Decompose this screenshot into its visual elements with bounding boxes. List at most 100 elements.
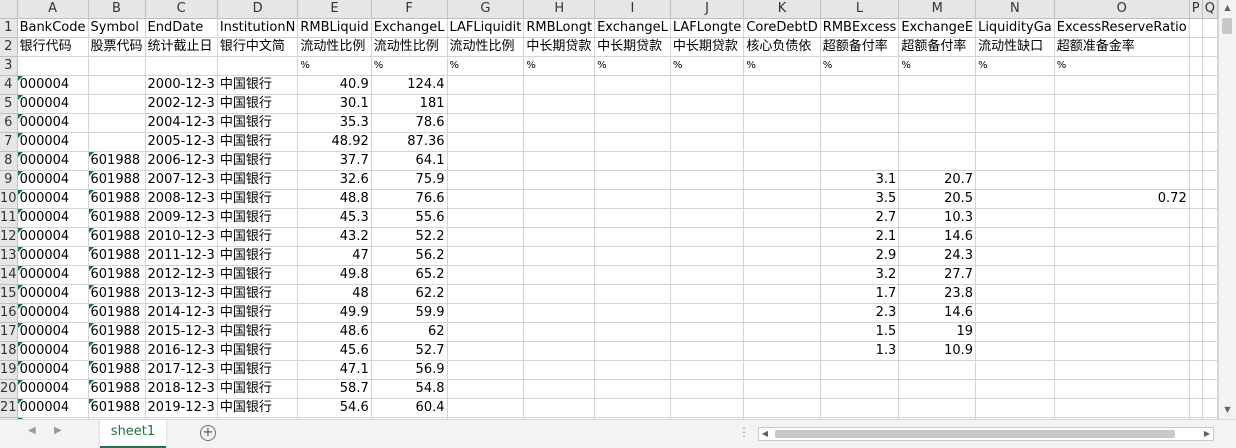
cell-o3[interactable]: % xyxy=(1054,56,1190,76)
cell-l12[interactable]: 2.1 xyxy=(820,227,900,247)
cell-q1[interactable] xyxy=(1202,18,1218,38)
cell-c9[interactable]: 2007-12-3 xyxy=(145,170,218,190)
cell-m5[interactable] xyxy=(898,94,977,114)
cell-e16[interactable]: 49.9 xyxy=(297,303,372,323)
cell-q12[interactable] xyxy=(1202,227,1218,247)
cell-q14[interactable] xyxy=(1202,265,1218,285)
cell-g8[interactable] xyxy=(447,151,525,171)
cell-o15[interactable] xyxy=(1054,284,1190,304)
cell-d12[interactable]: 中国银行 xyxy=(217,227,299,247)
cell-m18[interactable]: 10.9 xyxy=(898,341,977,361)
row-header[interactable]: 11 xyxy=(0,208,18,228)
cell-j5[interactable] xyxy=(670,94,745,114)
cell-g3[interactable]: % xyxy=(447,56,525,76)
cell-c15[interactable]: 2013-12-3 xyxy=(145,284,218,304)
row-header[interactable]: 20 xyxy=(0,379,18,399)
cell-h19[interactable] xyxy=(523,360,596,380)
cell-l2[interactable]: 超额备付率 xyxy=(820,37,900,57)
cell-b1[interactable]: Symbol xyxy=(88,18,146,38)
cell-e10[interactable]: 48.8 xyxy=(297,189,372,209)
cell-j6[interactable] xyxy=(670,113,745,133)
cell-q16[interactable] xyxy=(1202,303,1218,323)
cell-g13[interactable] xyxy=(447,246,525,266)
cell-i13[interactable] xyxy=(594,246,671,266)
cell-c13[interactable]: 2011-12-3 xyxy=(145,246,218,266)
cell-n14[interactable] xyxy=(975,265,1055,285)
cell-d18[interactable]: 中国银行 xyxy=(217,341,299,361)
cell-j2[interactable]: 中长期贷款 xyxy=(670,37,745,57)
cell-p12[interactable] xyxy=(1189,227,1203,247)
cell-c2[interactable]: 统计截止日 xyxy=(145,37,218,57)
column-header-o[interactable]: O xyxy=(1054,0,1190,19)
cell-d10[interactable]: 中国银行 xyxy=(217,189,299,209)
cell-o13[interactable] xyxy=(1054,246,1190,266)
cell-j3[interactable]: % xyxy=(670,56,745,76)
cell-d3[interactable] xyxy=(217,56,299,76)
cell-p14[interactable] xyxy=(1189,265,1203,285)
vertical-scroll-thumb[interactable] xyxy=(1222,18,1232,34)
cell-k13[interactable] xyxy=(743,246,821,266)
cell-n10[interactable] xyxy=(975,189,1055,209)
horizontal-scrollbar[interactable]: ◀ ▶ xyxy=(758,427,1214,441)
cell-k1[interactable]: CoreDebtD xyxy=(743,18,821,38)
cell-l18[interactable]: 1.3 xyxy=(820,341,900,361)
row-header[interactable]: 2 xyxy=(0,37,18,57)
cell-e21[interactable]: 54.6 xyxy=(297,398,372,418)
cell-l4[interactable] xyxy=(820,75,900,95)
cell-q5[interactable] xyxy=(1202,94,1218,114)
cell-g21[interactable] xyxy=(447,398,525,418)
cell-i20[interactable] xyxy=(594,379,671,399)
cell-f18[interactable]: 52.7 xyxy=(371,341,448,361)
cell-i8[interactable] xyxy=(594,151,671,171)
triangle-up-icon[interactable]: ▲ xyxy=(1219,0,1236,16)
cell-f12[interactable]: 52.2 xyxy=(371,227,448,247)
cell-f9[interactable]: 75.9 xyxy=(371,170,448,190)
cell-k3[interactable]: % xyxy=(743,56,821,76)
cell-i9[interactable] xyxy=(594,170,671,190)
cell-f6[interactable]: 78.6 xyxy=(371,113,448,133)
cell-e17[interactable]: 48.6 xyxy=(297,322,372,342)
cell-d17[interactable]: 中国银行 xyxy=(217,322,299,342)
cell-j17[interactable] xyxy=(670,322,745,342)
cell-a2[interactable]: 银行代码 xyxy=(17,37,89,57)
column-header-m[interactable]: M xyxy=(898,0,977,19)
cell-h15[interactable] xyxy=(523,284,596,304)
cell-c5[interactable]: 2002-12-3 xyxy=(145,94,218,114)
row-header[interactable]: 5 xyxy=(0,94,18,114)
cell-h5[interactable] xyxy=(523,94,596,114)
cell-k2[interactable]: 核心负债依 xyxy=(743,37,821,57)
cell-k19[interactable] xyxy=(743,360,821,380)
cell-a14[interactable]: 000004 xyxy=(17,265,89,285)
cell-h14[interactable] xyxy=(523,265,596,285)
cell-g1[interactable]: LAFLiquidit xyxy=(447,18,525,38)
cell-e12[interactable]: 43.2 xyxy=(297,227,372,247)
cell-g18[interactable] xyxy=(447,341,525,361)
cell-m20[interactable] xyxy=(898,379,977,399)
cell-h6[interactable] xyxy=(523,113,596,133)
cell-o2[interactable]: 超额准备金率 xyxy=(1054,37,1190,57)
cell-f17[interactable]: 62 xyxy=(371,322,448,342)
column-header-d[interactable]: D xyxy=(217,0,299,19)
cell-a12[interactable]: 000004 xyxy=(17,227,89,247)
cell-g2[interactable]: 流动性比例 xyxy=(447,37,525,57)
cell-f4[interactable]: 124.4 xyxy=(371,75,448,95)
cell-b13[interactable]: 601988 xyxy=(88,246,146,266)
cell-c17[interactable]: 2015-12-3 xyxy=(145,322,218,342)
cell-o18[interactable] xyxy=(1054,341,1190,361)
cell-i1[interactable]: ExchangeL xyxy=(594,18,671,38)
cell-p1[interactable] xyxy=(1189,18,1203,38)
cell-c21[interactable]: 2019-12-3 xyxy=(145,398,218,418)
cell-p17[interactable] xyxy=(1189,322,1203,342)
cell-m6[interactable] xyxy=(898,113,977,133)
cell-l11[interactable]: 2.7 xyxy=(820,208,900,228)
cell-k10[interactable] xyxy=(743,189,821,209)
cell-l10[interactable]: 3.5 xyxy=(820,189,900,209)
cell-f19[interactable]: 56.9 xyxy=(371,360,448,380)
cell-e1[interactable]: RMBLiquid xyxy=(297,18,372,38)
cell-n20[interactable] xyxy=(975,379,1055,399)
row-header[interactable]: 7 xyxy=(0,132,18,152)
cell-c4[interactable]: 2000-12-3 xyxy=(145,75,218,95)
cell-k16[interactable] xyxy=(743,303,821,323)
cell-c14[interactable]: 2012-12-3 xyxy=(145,265,218,285)
cell-i19[interactable] xyxy=(594,360,671,380)
